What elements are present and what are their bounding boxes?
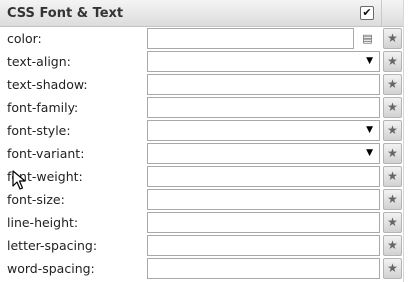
panel-header[interactable]: CSS Font & Text ✔ <box>0 0 403 27</box>
property-label: font-size: <box>7 192 65 207</box>
letter-spacing-input[interactable] <box>147 235 380 256</box>
star-icon[interactable]: ★ <box>383 74 402 95</box>
font-weight-input[interactable] <box>147 166 380 187</box>
property-label: color: <box>7 31 42 46</box>
panel-right-border <box>403 0 404 282</box>
property-row-line-height: line-height: ★ <box>0 211 403 234</box>
enable-checkbox[interactable]: ✔ <box>360 6 374 20</box>
properties-list: color: ▤ ★ text-align: ▼ ★ text-shadow: ★ font-f… <box>0 27 403 280</box>
property-label: font-family: <box>7 100 79 115</box>
star-icon[interactable]: ★ <box>383 120 402 141</box>
star-icon[interactable]: ★ <box>383 28 402 49</box>
property-row-text-align: text-align: ▼ ★ <box>0 50 403 73</box>
property-row-letter-spacing: letter-spacing: ★ <box>0 234 403 257</box>
panel-title: CSS Font & Text <box>7 6 124 21</box>
property-row-word-spacing: word-spacing: ★ <box>0 257 403 280</box>
color-input[interactable] <box>147 28 354 49</box>
property-row-text-shadow: text-shadow: ★ <box>0 73 403 96</box>
font-style-select[interactable]: ▼ <box>147 120 380 141</box>
color-picker-list-icon[interactable]: ▤ <box>358 29 377 48</box>
chevron-down-icon[interactable]: ▼ <box>366 125 373 135</box>
property-label: text-align: <box>7 54 71 69</box>
header-divider <box>381 0 382 27</box>
property-row-font-weight: font-weight: ★ <box>0 165 403 188</box>
star-icon[interactable]: ★ <box>383 143 402 164</box>
text-align-select[interactable]: ▼ <box>147 51 380 72</box>
property-label: text-shadow: <box>7 77 88 92</box>
star-icon[interactable]: ★ <box>383 51 402 72</box>
property-row-color: color: ▤ ★ <box>0 27 403 50</box>
chevron-down-icon[interactable]: ▼ <box>366 148 373 158</box>
property-label: letter-spacing: <box>7 238 98 253</box>
star-icon[interactable]: ★ <box>383 258 402 279</box>
font-variant-select[interactable]: ▼ <box>147 143 380 164</box>
star-icon[interactable]: ★ <box>383 97 402 118</box>
property-label: font-variant: <box>7 146 85 161</box>
font-family-input[interactable] <box>147 97 380 118</box>
text-shadow-input[interactable] <box>147 74 380 95</box>
star-icon[interactable]: ★ <box>383 189 402 210</box>
property-row-font-variant: font-variant: ▼ ★ <box>0 142 403 165</box>
star-icon[interactable]: ★ <box>383 166 402 187</box>
star-icon[interactable]: ★ <box>383 212 402 233</box>
property-row-font-family: font-family: ★ <box>0 96 403 119</box>
property-label: line-height: <box>7 215 79 230</box>
line-height-input[interactable] <box>147 212 380 233</box>
font-size-input[interactable] <box>147 189 380 210</box>
property-label: word-spacing: <box>7 261 95 276</box>
star-icon[interactable]: ★ <box>383 235 402 256</box>
chevron-down-icon[interactable]: ▼ <box>366 56 373 66</box>
word-spacing-input[interactable] <box>147 258 380 279</box>
property-label: font-style: <box>7 123 71 138</box>
property-row-font-style: font-style: ▼ ★ <box>0 119 403 142</box>
property-row-font-size: font-size: ★ <box>0 188 403 211</box>
mouse-cursor-icon <box>12 170 26 190</box>
